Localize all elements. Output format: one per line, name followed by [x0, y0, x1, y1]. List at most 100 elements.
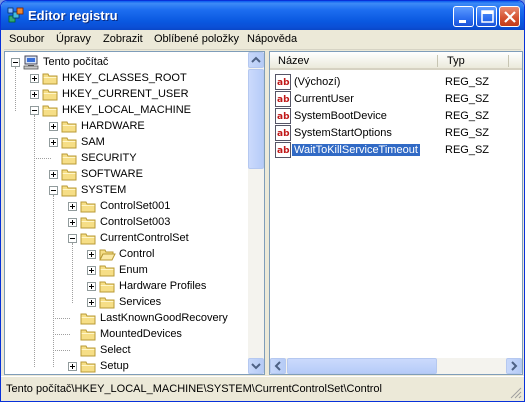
list-horizontal-scrollbar[interactable] [270, 358, 522, 374]
scroll-right-button[interactable] [506, 358, 522, 374]
tree-item-label: MountedDevices [100, 328, 182, 340]
expand-icon[interactable] [68, 218, 77, 227]
expand-icon[interactable] [49, 170, 58, 179]
tree-connector [53, 334, 70, 335]
open-folder-icon [99, 247, 116, 262]
folder-icon [80, 311, 97, 326]
expand-icon[interactable] [87, 282, 96, 291]
status-path: Tento počítač\HKEY_LOCAL_MACHINE\SYSTEM\… [6, 383, 382, 395]
tree-item[interactable]: ControlSet001 [5, 199, 248, 215]
status-bar: Tento počítač\HKEY_LOCAL_MACHINE\SYSTEM\… [1, 376, 524, 401]
tree-item[interactable]: ControlSet003 [5, 215, 248, 231]
menu-upravy[interactable]: Úpravy [56, 33, 91, 45]
tree-item[interactable]: Setup [5, 359, 248, 374]
list-scroll-thumb[interactable] [287, 358, 437, 374]
tree-vertical-scrollbar[interactable] [248, 52, 264, 374]
expand-icon[interactable] [68, 362, 77, 371]
tree-item[interactable]: Services [5, 295, 248, 311]
menu-napoveda[interactable]: Nápověda [247, 33, 297, 45]
close-button[interactable] [499, 6, 520, 27]
expand-icon[interactable] [68, 202, 77, 211]
column-divider[interactable] [508, 55, 509, 67]
value-name: (Výchozí) [294, 76, 341, 88]
window-title: Editor registru [28, 8, 118, 23]
svg-text:ab: ab [277, 112, 290, 122]
value-row[interactable]: ab SystemBootDevice REG_SZ [270, 108, 522, 125]
folder-icon [99, 295, 116, 310]
values-list-pane[interactable]: Název Typ ab (Výchozí) REG_SZ ab CurrentUser… [269, 51, 523, 375]
expand-icon[interactable] [30, 90, 39, 99]
tree-item-label: HKEY_CURRENT_USER [62, 88, 189, 100]
column-header-name[interactable]: Název [278, 55, 309, 67]
key-tree-pane[interactable]: Tento počítač HKEY_CLASSES_ROOT HKEY_CURRE… [4, 51, 265, 375]
tree-item[interactable]: CurrentControlSet [5, 231, 248, 247]
expand-icon[interactable] [87, 266, 96, 275]
collapse-icon[interactable] [30, 106, 39, 115]
arrow-left-icon [274, 361, 281, 371]
scroll-down-button[interactable] [248, 358, 264, 374]
value-row[interactable]: ab SystemStartOptions REG_SZ [270, 125, 522, 142]
menu-zobrazit[interactable]: Zobrazit [103, 33, 143, 45]
tree-item[interactable]: Tento počítač [5, 55, 248, 71]
menu-bar: Soubor Úpravy Zobrazit Oblíbené položky … [4, 30, 521, 50]
collapse-icon[interactable] [68, 234, 77, 243]
menu-oblibene-polozky[interactable]: Oblíbené položky [154, 33, 239, 45]
folder-icon [42, 87, 59, 102]
tree-item[interactable]: Control [5, 247, 248, 263]
tree-item[interactable]: HKEY_CLASSES_ROOT [5, 71, 248, 87]
folder-icon [80, 215, 97, 230]
value-row[interactable]: ab (Výchozí) REG_SZ [270, 74, 522, 91]
column-divider[interactable] [437, 55, 438, 67]
collapse-icon[interactable] [11, 58, 20, 67]
tree-item-label: Hardware Profiles [119, 280, 207, 292]
tree-item[interactable]: HKEY_LOCAL_MACHINE [5, 103, 248, 119]
folder-icon [80, 327, 97, 342]
svg-text:ab: ab [277, 129, 290, 139]
tree-item[interactable]: SAM [5, 135, 248, 151]
value-row[interactable]: ab CurrentUser REG_SZ [270, 91, 522, 108]
tree-item-label: Services [119, 296, 162, 308]
tree-item[interactable]: HARDWARE [5, 119, 248, 135]
tree-scroll-thumb[interactable] [248, 69, 264, 169]
tree-item[interactable]: LastKnownGoodRecovery [5, 311, 248, 327]
value-row[interactable]: ab WaitToKillServiceTimeout REG_SZ [270, 142, 522, 159]
minimize-button[interactable] [453, 6, 474, 27]
expand-icon[interactable] [30, 74, 39, 83]
scroll-left-button[interactable] [270, 358, 286, 374]
scroll-up-button[interactable] [248, 52, 264, 68]
tree-item[interactable]: MountedDevices [5, 327, 248, 343]
registry-editor-window: Editor registru Soubor Úpravy Zobrazit O… [0, 0, 525, 402]
folder-icon [61, 183, 78, 198]
minimize-icon [459, 20, 466, 23]
tree-item[interactable]: Select [5, 343, 248, 359]
tree-item[interactable]: Enum [5, 263, 248, 279]
expand-icon[interactable] [87, 250, 96, 259]
collapse-icon[interactable] [49, 186, 58, 195]
folder-icon [61, 119, 78, 134]
tree-item[interactable]: SYSTEM [5, 183, 248, 199]
arrow-right-icon [511, 361, 518, 371]
title-bar[interactable]: Editor registru [1, 1, 524, 30]
value-name: CurrentUser [294, 93, 354, 105]
folder-icon [61, 151, 78, 166]
tree-item-label: SAM [81, 136, 105, 148]
folder-icon [99, 279, 116, 294]
tree-item[interactable]: HKEY_CURRENT_USER [5, 87, 248, 103]
tree-item[interactable]: SOFTWARE [5, 167, 248, 183]
tree-item[interactable]: Hardware Profiles [5, 279, 248, 295]
folder-icon [80, 199, 97, 214]
resize-grip-icon[interactable] [510, 387, 522, 399]
tree-item-label: Tento počítač [43, 56, 109, 68]
expand-icon[interactable] [49, 122, 58, 131]
expand-icon[interactable] [87, 298, 96, 307]
maximize-button[interactable] [476, 6, 497, 27]
value-type: REG_SZ [445, 93, 490, 105]
value-type: REG_SZ [445, 127, 490, 139]
expand-icon[interactable] [49, 138, 58, 147]
folder-icon [61, 135, 78, 150]
tree-item[interactable]: SECURITY [5, 151, 248, 167]
folder-icon [99, 263, 116, 278]
string-value-icon: ab [275, 74, 291, 90]
menu-soubor[interactable]: Soubor [9, 33, 44, 45]
column-header-type[interactable]: Typ [447, 55, 465, 67]
